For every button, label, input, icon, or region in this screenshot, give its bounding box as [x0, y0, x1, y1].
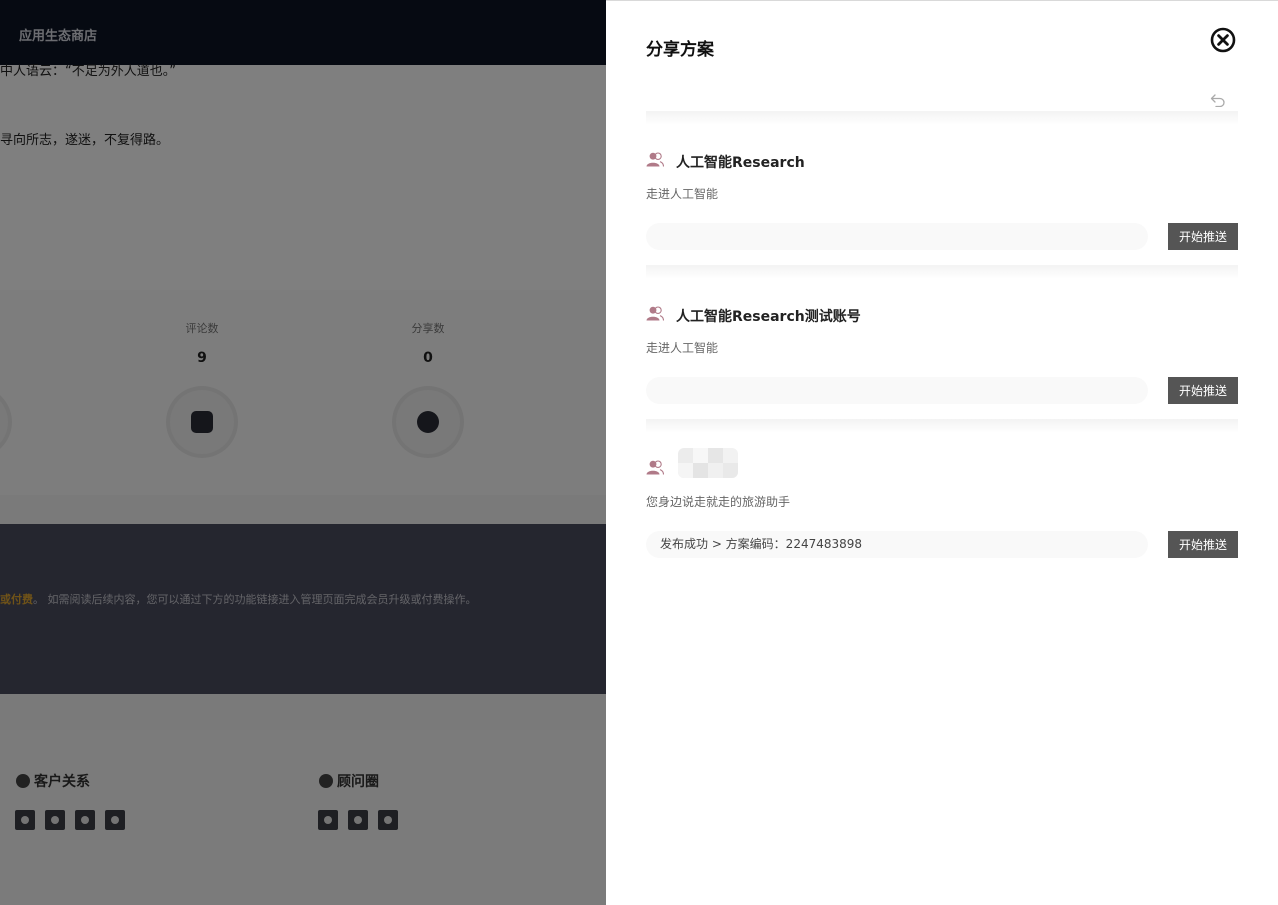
- start-push-button[interactable]: 开始推送: [1168, 223, 1238, 250]
- close-circle-icon[interactable]: [1210, 27, 1236, 53]
- start-push-button[interactable]: 开始推送: [1168, 377, 1238, 404]
- user-group-icon: [646, 152, 664, 167]
- share-plan-drawer: 分享方案 人工智能Research 走进人工智能 开始推送 人工智能Resear…: [606, 0, 1278, 905]
- account-name: 人工智能Research测试账号: [676, 309, 861, 325]
- account-card: 您身边说走就走的旅游助手 发布成功 > 方案编码：2247483898 开始推送: [646, 419, 1238, 573]
- account-card: 人工智能Research 走进人工智能 开始推送: [646, 111, 1238, 265]
- push-status-field: [646, 377, 1148, 404]
- account-card: 人工智能Research测试账号 走进人工智能 开始推送: [646, 265, 1238, 419]
- push-status-field: 发布成功 > 方案编码：2247483898: [646, 531, 1148, 558]
- account-name: 人工智能Research: [676, 155, 805, 171]
- account-name-blurred: [678, 448, 738, 478]
- start-push-button[interactable]: 开始推送: [1168, 531, 1238, 558]
- user-group-icon: [646, 460, 664, 475]
- screen: 应用生态商店 中人语云：“不足为外人道也。” 寻向所志，遂迷，不复得路。 评论数…: [0, 0, 1278, 905]
- undo-icon[interactable]: [1210, 93, 1226, 107]
- account-desc: 走进人工智能: [646, 341, 719, 355]
- drawer-title: 分享方案: [646, 40, 714, 60]
- user-group-icon: [646, 306, 664, 321]
- account-desc: 走进人工智能: [646, 187, 719, 201]
- push-status-field: [646, 223, 1148, 250]
- account-desc: 您身边说走就走的旅游助手: [646, 495, 791, 509]
